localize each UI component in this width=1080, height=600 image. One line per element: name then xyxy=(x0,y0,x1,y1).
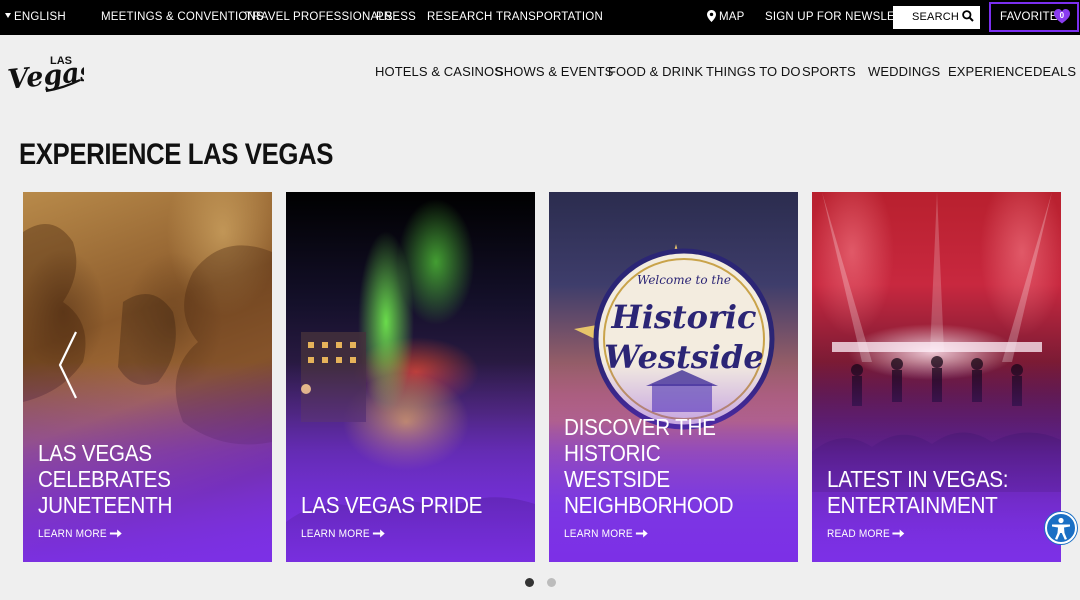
carousel-prev-button[interactable] xyxy=(56,330,80,400)
link-research[interactable]: RESEARCH xyxy=(427,0,493,35)
card-title: LATEST IN VEGAS: ENTERTAINMENT xyxy=(827,466,1027,518)
page-title: EXPERIENCE LAS VEGAS xyxy=(19,138,333,171)
nav-hotels-casinos[interactable]: HOTELS & CASINOS xyxy=(375,64,503,79)
arrow-right-icon xyxy=(372,529,385,538)
card-title-line: JUNETEENTH xyxy=(38,492,173,518)
link-travel-professionals[interactable]: TRAVEL PROFESSIONALS xyxy=(245,0,393,35)
link-press[interactable]: PRESS xyxy=(376,0,416,35)
search-button[interactable]: SEARCH xyxy=(893,6,980,29)
card-historic-westside[interactable]: Welcome to the Historic Westside DISCOVE… xyxy=(549,192,798,562)
card-title-line: LATEST IN VEGAS: xyxy=(827,466,1009,492)
accessibility-button[interactable] xyxy=(1045,512,1077,544)
accessibility-icon xyxy=(1052,517,1070,540)
card-link-label: LEARN MORE xyxy=(564,528,633,540)
caret-down-icon xyxy=(5,13,11,18)
card-title: LAS VEGAS PRIDE xyxy=(301,492,501,518)
search-icon xyxy=(962,10,974,22)
las-vegas-logo[interactable]: LAS Vegas xyxy=(6,50,84,98)
arrow-right-icon xyxy=(892,529,905,538)
nav-deals[interactable]: DEALS xyxy=(1033,64,1076,79)
language-label: ENGLISH xyxy=(14,11,66,23)
nav-shows-events[interactable]: SHOWS & EVENTS xyxy=(495,64,613,79)
arrow-right-icon xyxy=(635,529,648,538)
card-entertainment[interactable]: LATEST IN VEGAS: ENTERTAINMENT READ MORE xyxy=(812,192,1061,562)
nav-experience[interactable]: EXPERIENCE xyxy=(948,64,1033,79)
arrow-right-icon xyxy=(109,529,122,538)
nav-sports[interactable]: SPORTS xyxy=(802,64,856,79)
card-title-line: ENTERTAINMENT xyxy=(827,492,998,518)
favorites-count: 0 xyxy=(1059,11,1065,20)
search-label: SEARCH xyxy=(911,11,959,23)
link-meetings-conventions[interactable]: MEETINGS & CONVENTIONS xyxy=(101,0,264,35)
language-selector[interactable]: ENGLISH xyxy=(5,0,66,35)
carousel-dot-2[interactable] xyxy=(547,578,556,587)
card-link-label: LEARN MORE xyxy=(38,528,107,540)
chevron-left-icon xyxy=(58,331,77,399)
card-title: LAS VEGAS CELEBRATES JUNETEENTH xyxy=(38,440,238,518)
card-learn-more-link[interactable]: LEARN MORE xyxy=(38,528,122,540)
map-link[interactable]: MAP xyxy=(707,0,745,35)
favorites-button[interactable]: FAVORITES 0 xyxy=(989,2,1079,32)
card-title: DISCOVER THE HISTORIC WESTSIDE NEIGHBORH… xyxy=(564,414,764,518)
card-link-label: READ MORE xyxy=(827,528,890,540)
card-title-line: LAS VEGAS CELEBRATES xyxy=(38,440,171,492)
card-read-more-link[interactable]: READ MORE xyxy=(827,528,906,540)
card-pride[interactable]: LAS VEGAS PRIDE LEARN MORE xyxy=(286,192,535,562)
logo-vegas-text: Vegas xyxy=(6,56,84,96)
map-label: MAP xyxy=(719,11,745,23)
nav-weddings[interactable]: WEDDINGS xyxy=(868,64,940,79)
card-title-line: LAS VEGAS PRIDE xyxy=(301,492,483,518)
card-title-line: DISCOVER THE HISTORIC xyxy=(564,414,716,466)
map-pin-icon xyxy=(707,10,716,22)
card-title-line: WESTSIDE xyxy=(564,466,670,492)
utility-bar: ENGLISH MEETINGS & CONVENTIONS TRAVEL PR… xyxy=(0,0,1080,35)
sign-welcome-text: Welcome to the xyxy=(637,273,731,287)
carousel-dot-1[interactable] xyxy=(525,578,534,587)
card-learn-more-link[interactable]: LEARN MORE xyxy=(301,528,385,540)
card-learn-more-link[interactable]: LEARN MORE xyxy=(564,528,648,540)
card-title-line: NEIGHBORHOOD xyxy=(564,492,734,518)
nav-food-drink[interactable]: FOOD & DRINK xyxy=(608,64,703,79)
nav-things-to-do[interactable]: THINGS TO DO xyxy=(706,64,801,79)
sign-historic-text: Historic xyxy=(610,298,756,336)
link-transportation[interactable]: TRANSPORTATION xyxy=(496,0,603,35)
card-link-label: LEARN MORE xyxy=(301,528,370,540)
